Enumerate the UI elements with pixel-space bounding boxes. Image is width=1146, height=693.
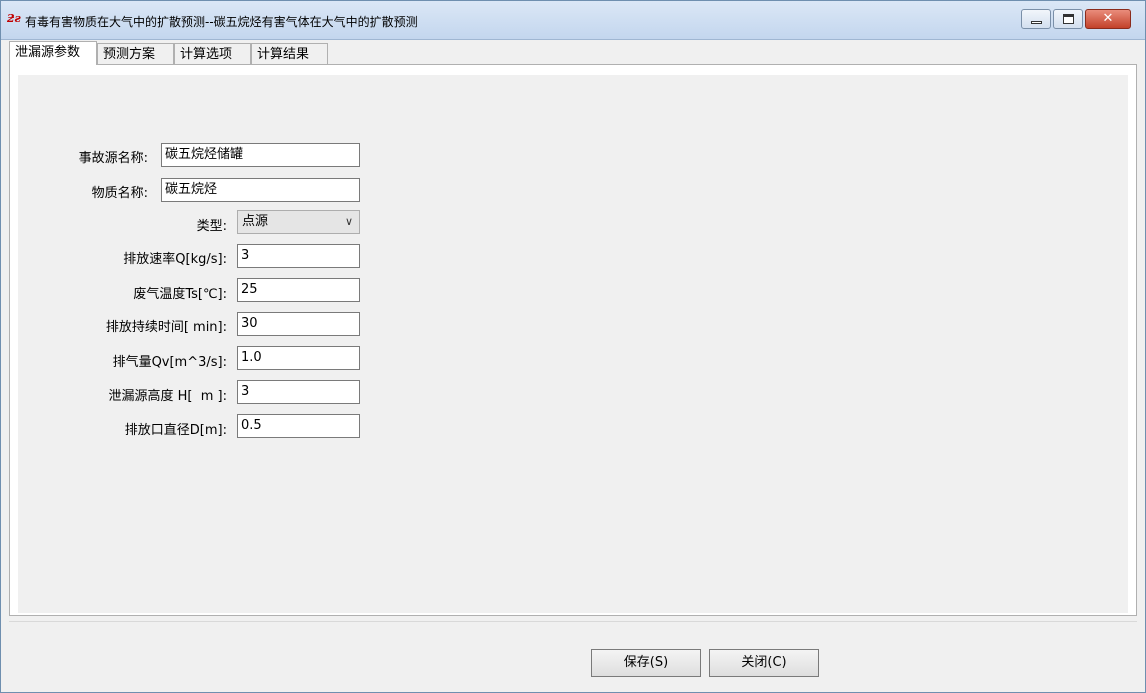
accident-source-name-input[interactable]: 碳五烷烃储罐 [161,143,360,167]
close-window-button[interactable]: ✕ [1085,9,1131,29]
close-icon: ✕ [1102,11,1114,26]
chevron-down-icon: ∨ [344,215,353,228]
maximize-button[interactable] [1053,9,1083,29]
source-height-input[interactable]: 3 [237,380,360,404]
minimize-button[interactable] [1021,9,1051,29]
exhaust-temp-label: 废气温度Ts[℃]: [133,287,227,302]
tab-calc-results[interactable]: 计算结果 [251,43,328,64]
source-height-label: 泄漏源高度 H[ m ]: [108,389,228,404]
type-select-value: 点源 [242,214,269,229]
maximize-icon [1063,14,1074,24]
substance-name-input[interactable]: 碳五烷烃 [161,178,360,202]
main-window: ƻƨ 有毒有害物质在大气中的扩散预测--碳五烷烃有害气体在大气中的扩散预测 ✕ … [0,0,1146,693]
emission-rate-label: 排放速率Q[kg/s]: [123,252,227,267]
duration-label: 排放持续时间[ min]: [105,320,227,335]
emission-rate-input[interactable]: 3 [237,244,360,268]
exhaust-temp-input[interactable]: 25 [237,278,360,302]
title-bar[interactable]: ƻƨ 有毒有害物质在大气中的扩散预测--碳五烷烃有害气体在大气中的扩散预测 ✕ [1,1,1145,40]
tab-calc-options[interactable]: 计算选项 [174,43,251,64]
substance-name-label: 物质名称: [91,186,148,201]
minimize-icon [1031,21,1042,24]
close-button[interactable]: 关闭(C) [709,649,819,677]
type-label: 类型: [196,219,227,234]
app-logo-icon: ƻƨ [7,12,21,25]
exhaust-volume-input[interactable]: 1.0 [237,346,360,370]
outlet-diameter-input[interactable]: 0.5 [237,414,360,438]
tab-leak-source-params[interactable]: 泄漏源参数 [9,41,97,65]
tab-prediction-scheme[interactable]: 预测方案 [97,43,174,64]
outlet-diameter-label: 排放口直径D[m]: [124,423,227,438]
save-button[interactable]: 保存(S) [591,649,701,677]
window-title: 有毒有害物质在大气中的扩散预测--碳五烷烃有害气体在大气中的扩散预测 [25,15,418,29]
exhaust-volume-label: 排气量Qv[m^3/s]: [112,355,227,370]
duration-input[interactable]: 30 [237,312,360,336]
type-select[interactable]: 点源 ∨ [237,210,360,234]
footer-divider [9,621,1137,622]
accident-source-name-label: 事故源名称: [78,151,148,166]
